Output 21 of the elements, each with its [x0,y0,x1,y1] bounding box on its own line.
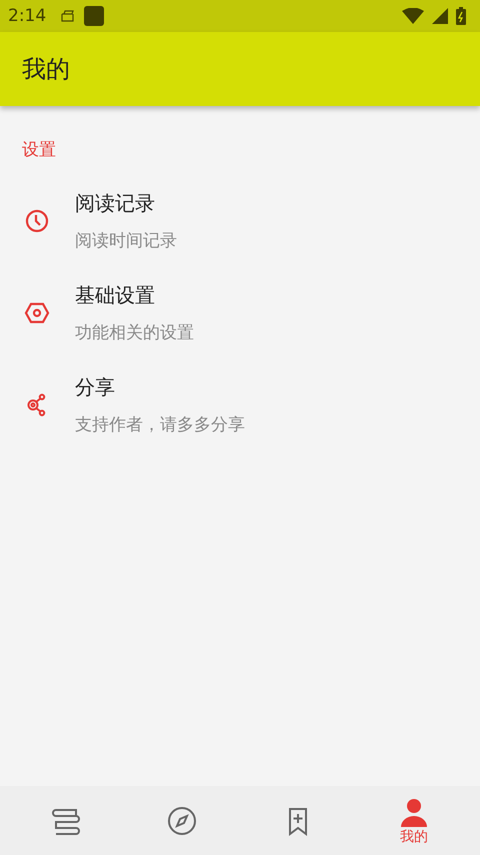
tab-label: 我的 [400,828,428,846]
item-title: 阅读记录 [75,190,156,217]
signal-icon [432,8,448,24]
wifi-icon [402,8,424,24]
clock-icon [23,207,51,235]
battery-icon [456,7,466,25]
settings-item[interactable]: 基础设置 功能相关的设置 [0,267,480,359]
app-notification-icon [84,6,104,26]
compass-icon [166,804,198,836]
settings-item[interactable]: 分享 支持作者，请多多分享 [0,359,480,451]
page-title: 我的 [22,54,70,85]
item-subtitle: 支持作者，请多多分享 [75,414,245,436]
settings-item[interactable]: 阅读记录 阅读时间记录 [0,175,480,267]
item-subtitle: 阅读时间记录 [75,230,177,252]
notification-icon [60,9,76,23]
item-title: 分享 [75,374,116,401]
profile-tab[interactable]: 我的 [369,796,459,846]
section-header: 设置 [21,139,57,161]
item-subtitle: 功能相关的设置 [75,322,194,344]
item-title: 基础设置 [75,282,156,309]
status-time: 2:14 [8,6,46,26]
